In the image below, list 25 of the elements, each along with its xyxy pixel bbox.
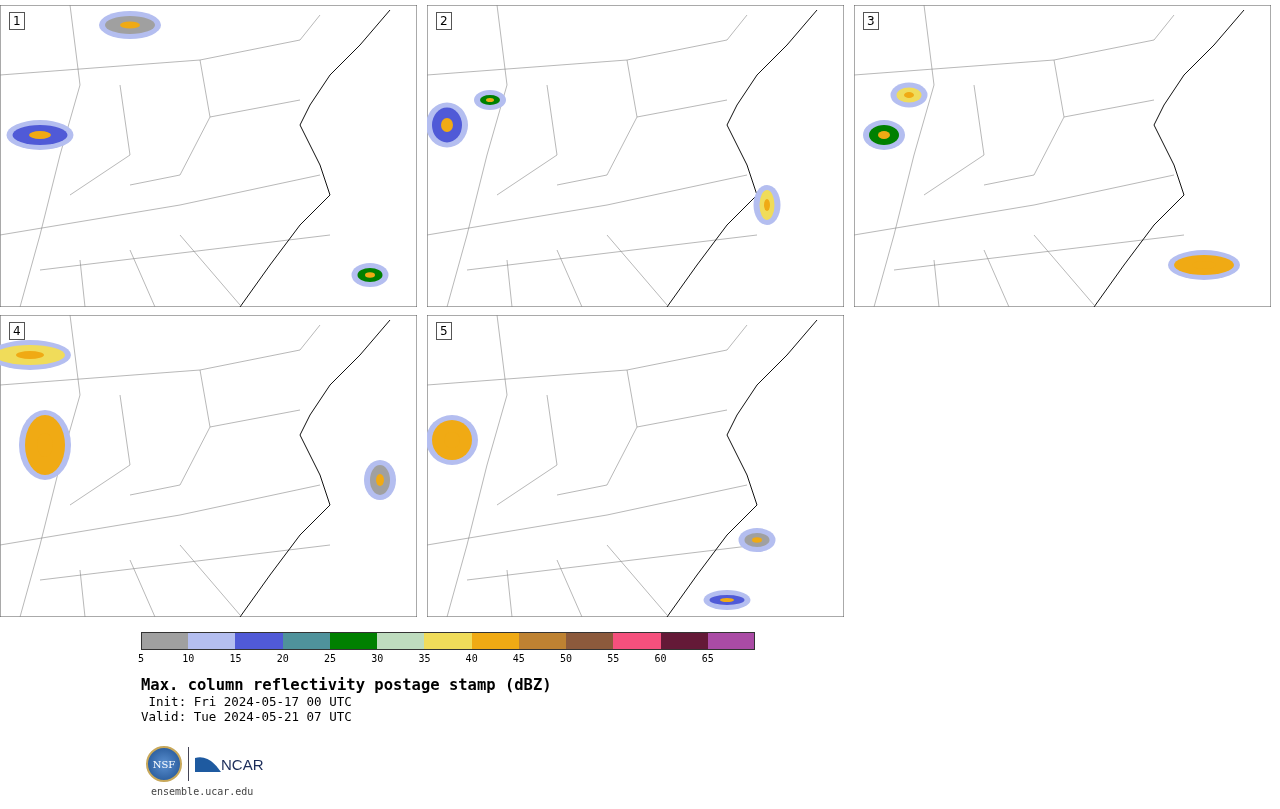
panel-number: 4	[9, 322, 25, 340]
tick-label: 60	[654, 653, 667, 664]
tick-label: 5	[138, 653, 144, 664]
valid-time: Valid: Tue 2024-05-21 07 UTC	[141, 709, 353, 724]
tick-label: 50	[560, 653, 573, 664]
panel-number: 1	[9, 12, 25, 30]
tick-label: 15	[229, 653, 242, 664]
tick-label: 55	[607, 653, 620, 664]
tick-label: 10	[182, 653, 195, 664]
tick-label: 20	[276, 653, 289, 664]
website-url: ensemble.ucar.edu	[151, 786, 255, 797]
panel-number: 2	[436, 12, 452, 30]
tick-label: 25	[323, 653, 336, 664]
swoosh-icon	[195, 754, 221, 774]
globe-seal-icon: NSF	[146, 746, 182, 782]
tick-label: 40	[465, 653, 478, 664]
chart-title: Max. column reflectivity postage stamp (dBZ)	[141, 676, 553, 694]
panel-number: 5	[436, 322, 452, 340]
tick-label: 45	[512, 653, 525, 664]
logo-text: NCAR	[221, 755, 264, 773]
tick-label: 65	[701, 653, 714, 664]
tick-label: 30	[371, 653, 384, 664]
tick-label: 35	[418, 653, 431, 664]
init-time: Init: Fri 2024-05-17 00 UTC	[147, 694, 353, 709]
panel-number: 3	[863, 12, 879, 30]
